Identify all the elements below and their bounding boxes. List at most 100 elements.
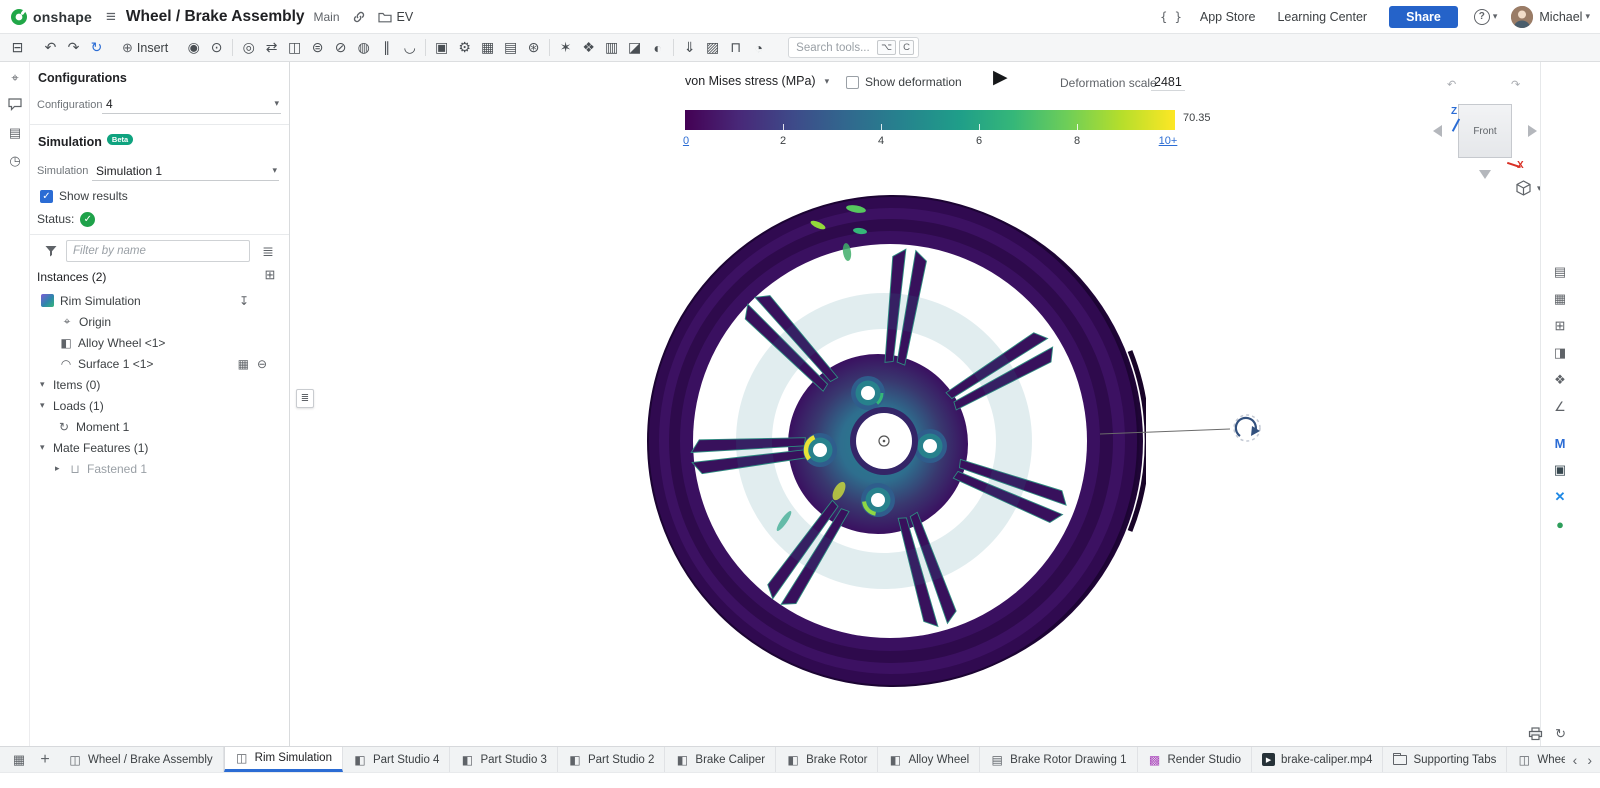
tree-item-origin[interactable]: ⌖ Origin	[30, 311, 289, 332]
circular-pattern-icon[interactable]: ⊛	[522, 37, 545, 59]
tab-part-studio-4[interactable]: ◧ Part Studio 4	[343, 747, 450, 772]
toggle-panels-icon[interactable]: ⊟	[6, 37, 29, 59]
app-store-link[interactable]: App Store	[1200, 10, 1256, 24]
result-type-dropdown[interactable]: von Mises stress (MPa) ▾	[685, 74, 829, 88]
rotate-cw-icon[interactable]: ↷	[1511, 78, 1520, 91]
play-animation-button[interactable]: ▶	[993, 68, 1008, 87]
panel-toggle-button[interactable]: ≣	[296, 389, 314, 408]
tab-scroll-right-icon[interactable]: ›	[1587, 752, 1592, 768]
ball-mate-icon[interactable]: ◍	[352, 37, 375, 59]
rotate-right-arrow[interactable]	[1528, 125, 1537, 137]
integration-app-icon-3[interactable]: ✕	[1549, 486, 1571, 508]
legend-min-bound[interactable]: 0	[683, 135, 689, 147]
tab-scroll-left-icon[interactable]: ‹	[1573, 752, 1578, 768]
group-icon[interactable]: ▣	[430, 37, 453, 59]
linear-pattern-icon[interactable]: ▤	[499, 37, 522, 59]
view-options-icon[interactable]: ≣	[259, 242, 277, 260]
share-button[interactable]: Share	[1389, 6, 1458, 28]
appearance-icon[interactable]: ◐	[646, 37, 669, 59]
chevron-down-icon[interactable]: ▾	[40, 379, 50, 390]
integration-app-icon-1[interactable]: M	[1549, 432, 1571, 454]
comment-icon[interactable]	[5, 94, 25, 114]
deformation-scale-value[interactable]: 2481	[1151, 75, 1185, 91]
versions-panel-icon[interactable]: ⊞	[1549, 315, 1571, 337]
chevron-right-icon[interactable]: ▸	[55, 463, 65, 474]
workspace-label[interactable]: Main	[314, 10, 340, 24]
wheel-simulation-model[interactable]	[634, 191, 1146, 691]
moment-annotation[interactable]	[1090, 410, 1270, 450]
update-results-icon[interactable]: ↧	[239, 294, 249, 308]
tab-wheel-brake-assembly[interactable]: ◫ Wheel / Brake Assembly	[58, 747, 224, 772]
help-menu[interactable]: ? ▾	[1474, 9, 1498, 25]
show-results-checkbox[interactable]: ✓	[40, 190, 53, 203]
tab-brake-rotor[interactable]: ◧ Brake Rotor	[776, 747, 878, 772]
tree-section-items[interactable]: ▾ Items (0)	[30, 374, 289, 395]
chevron-down-icon[interactable]: ▾	[40, 400, 50, 411]
slider-mate-icon[interactable]: ⇄	[260, 37, 283, 59]
contacts-icon[interactable]: ⊓	[724, 37, 747, 59]
section-view-icon[interactable]: ◪	[623, 37, 646, 59]
follow-mode-icon[interactable]: ⌖	[5, 68, 25, 88]
versions-history-icon[interactable]: ◷	[5, 151, 25, 171]
tab-rim-simulation[interactable]: ◫ Rim Simulation	[224, 747, 343, 772]
link-icon[interactable]	[352, 10, 366, 24]
mesh-settings-icon[interactable]: ▨	[701, 37, 724, 59]
tab-render-studio[interactable]: ▩ Render Studio	[1138, 747, 1253, 772]
fastened-mate-icon[interactable]: ⊙	[205, 37, 228, 59]
user-menu[interactable]: Michael	[1539, 10, 1582, 24]
show-deformation-checkbox[interactable]	[846, 76, 859, 89]
tree-item-rim-simulation[interactable]: Rim Simulation ↧	[30, 290, 289, 311]
tree-item-moment-1[interactable]: ↻ Moment 1	[30, 416, 289, 437]
tab-brake-rotor-drawing-1[interactable]: ▤ Brake Rotor Drawing 1	[980, 747, 1137, 772]
avatar[interactable]	[1511, 6, 1533, 28]
configuration-dropdown[interactable]: 4 ▾	[102, 94, 281, 114]
cylindrical-mate-icon[interactable]: ⊜	[306, 37, 329, 59]
tree-item-fastened-1[interactable]: ▸ ⊔ Fastened 1	[30, 458, 289, 479]
tab-brake-caliper[interactable]: ◧ Brake Caliper	[665, 747, 776, 772]
search-tools-input[interactable]	[796, 42, 874, 54]
structural-loads-icon[interactable]: ⇓	[678, 37, 701, 59]
tab-brake-caliper-mp4[interactable]: ▶ brake-caliper.mp4	[1252, 747, 1383, 772]
refresh-icon[interactable]: ↻	[1555, 726, 1566, 742]
tree-item-alloy-wheel[interactable]: ◧ Alloy Wheel <1>	[30, 332, 289, 353]
named-positions-icon[interactable]: ▥	[600, 37, 623, 59]
tree-item-surface-1[interactable]: ◠ Surface 1 <1> ▦ ⊖	[30, 353, 289, 374]
filter-by-name-input[interactable]	[66, 240, 250, 262]
tangent-relation-icon[interactable]: ◡	[398, 37, 421, 59]
viewport[interactable]: von Mises stress (MPa) ▾ Show deformatio…	[290, 62, 1540, 746]
display-states-panel-icon[interactable]: ◨	[1549, 342, 1571, 364]
tab-supporting-tabs-folder[interactable]: Supporting Tabs	[1383, 747, 1507, 772]
insert-button[interactable]: ⊕ Insert	[114, 37, 176, 59]
view-options-cube-menu[interactable]: ▾	[1516, 180, 1540, 196]
planar-mate-icon[interactable]: ◫	[283, 37, 306, 59]
simulation-dropdown[interactable]: Simulation 1 ▾	[92, 161, 279, 181]
rotate-left-arrow[interactable]	[1433, 125, 1442, 137]
fixed-constraint-icon[interactable]: ⊖	[257, 357, 267, 371]
redo-icon[interactable]: ↷	[62, 37, 85, 59]
tab-manager-icon[interactable]: ▦	[6, 747, 32, 772]
add-tab-button[interactable]: +	[32, 747, 58, 772]
mate-relation-icon[interactable]: ⚙	[453, 37, 476, 59]
legend-max-bound[interactable]: 10+	[1159, 135, 1178, 147]
tab-alloy-wheel[interactable]: ◧ Alloy Wheel	[878, 747, 980, 772]
tasks-icon[interactable]: ▤	[5, 123, 25, 143]
tab-part-studio-3[interactable]: ◧ Part Studio 3	[450, 747, 557, 772]
exploded-view-icon[interactable]: ✶	[554, 37, 577, 59]
undo-icon[interactable]: ↶	[39, 37, 62, 59]
mesh-icon[interactable]: ▦	[238, 357, 249, 371]
tab-part-studio-2[interactable]: ◧ Part Studio 2	[558, 747, 665, 772]
replicate-icon[interactable]: ▦	[476, 37, 499, 59]
help-icon[interactable]: ?	[1474, 9, 1490, 25]
printer-icon[interactable]	[1528, 727, 1543, 741]
sim-results-panel-icon[interactable]: ❖	[1549, 369, 1571, 391]
update-icon[interactable]: ↻	[85, 37, 108, 59]
bom-panel-icon[interactable]: ▦	[1549, 288, 1571, 310]
chevron-down-icon[interactable]: ▾	[1585, 11, 1590, 22]
measure-panel-icon[interactable]: ∠	[1549, 396, 1571, 418]
parallel-relation-icon[interactable]: ∥	[375, 37, 398, 59]
tree-section-loads[interactable]: ▾ Loads (1)	[30, 395, 289, 416]
chevron-down-icon[interactable]: ▾	[40, 442, 50, 453]
integration-app-icon-4[interactable]: ●	[1549, 513, 1571, 535]
rotate-down-arrow[interactable]	[1479, 170, 1491, 179]
pin-slot-mate-icon[interactable]: ⊘	[329, 37, 352, 59]
